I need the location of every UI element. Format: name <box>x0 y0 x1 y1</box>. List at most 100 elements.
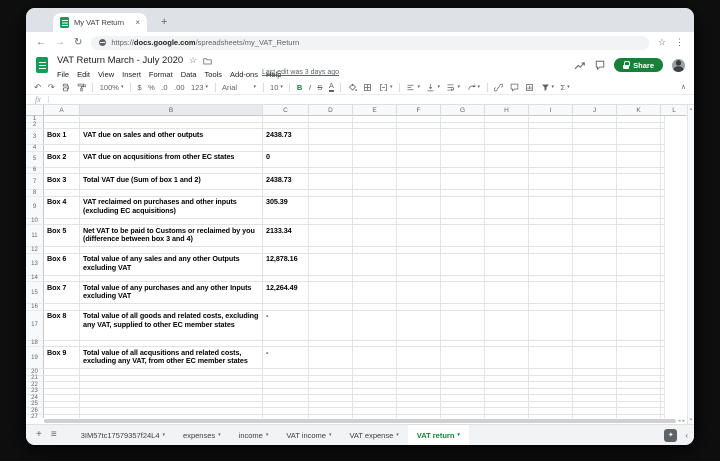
cell[interactable] <box>441 129 485 145</box>
cell-a[interactable]: Box 1 <box>44 129 80 145</box>
vertical-align-button[interactable]: ▾ <box>426 83 440 92</box>
cell-c[interactable]: 2438.73 <box>263 129 309 145</box>
sheet-tab[interactable]: income ▾ <box>230 425 278 445</box>
sheet-tab-menu-icon[interactable]: ▾ <box>396 433 399 438</box>
cell-c[interactable]: 2438.73 <box>263 174 309 190</box>
cell-c[interactable]: 0 <box>263 152 309 168</box>
cell[interactable] <box>441 282 485 304</box>
cell[interactable] <box>573 225 617 247</box>
row-header[interactable]: 9 <box>26 197 44 219</box>
cell-a[interactable]: Box 6 <box>44 254 80 276</box>
cell[interactable] <box>353 225 397 247</box>
row-header[interactable]: 13 <box>26 254 44 276</box>
cell-a[interactable]: Box 4 <box>44 197 80 219</box>
cell[interactable] <box>617 152 661 168</box>
cell[interactable] <box>485 129 529 145</box>
forward-icon[interactable]: → <box>55 38 65 48</box>
share-button[interactable]: Share <box>614 58 663 72</box>
filter-button[interactable]: ▾ <box>541 83 555 92</box>
cell[interactable] <box>485 282 529 304</box>
menu-item[interactable]: Data <box>181 70 197 79</box>
cell[interactable] <box>353 254 397 276</box>
bold-button[interactable]: B <box>297 83 302 92</box>
row-header[interactable]: 11 <box>26 225 44 247</box>
cell-a[interactable]: Box 5 <box>44 225 80 247</box>
cell[interactable] <box>397 197 441 219</box>
cell[interactable] <box>661 347 665 369</box>
cell[interactable] <box>441 197 485 219</box>
cell[interactable] <box>485 347 529 369</box>
cell[interactable] <box>441 254 485 276</box>
sheets-logo-icon[interactable] <box>36 57 48 73</box>
cell[interactable] <box>661 282 665 304</box>
cell[interactable] <box>353 347 397 369</box>
select-all-corner[interactable] <box>26 105 44 116</box>
menu-item[interactable]: Edit <box>77 70 90 79</box>
cell[interactable] <box>529 282 573 304</box>
column-header[interactable]: L <box>661 105 687 116</box>
cell-a[interactable]: Box 2 <box>44 152 80 168</box>
menu-item[interactable]: File <box>57 70 69 79</box>
cell[interactable] <box>617 197 661 219</box>
cell[interactable] <box>485 174 529 190</box>
cell-a[interactable]: Box 7 <box>44 282 80 304</box>
cell-c[interactable]: - <box>263 311 309 341</box>
row-header[interactable]: 5 <box>26 152 44 168</box>
print-icon[interactable] <box>61 83 70 92</box>
row-header[interactable]: 19 <box>26 347 44 369</box>
move-folder-icon[interactable] <box>203 57 212 65</box>
sheet-tab-menu-icon[interactable]: ▾ <box>457 433 460 438</box>
cell[interactable] <box>573 311 617 341</box>
bookmark-star-icon[interactable]: ☆ <box>658 38 666 47</box>
cell-b[interactable]: Net VAT to be paid to Customs or reclaim… <box>80 225 263 247</box>
scroll-up-icon[interactable]: ▴ <box>690 106 693 112</box>
horizontal-align-button[interactable]: ▾ <box>406 83 420 92</box>
cell[interactable] <box>617 174 661 190</box>
cell[interactable] <box>661 254 665 276</box>
insert-chart-icon[interactable] <box>525 83 534 92</box>
column-header[interactable]: E <box>353 105 397 116</box>
column-header[interactable]: C <box>263 105 309 116</box>
cell[interactable] <box>441 311 485 341</box>
cell[interactable] <box>573 152 617 168</box>
cell[interactable] <box>617 311 661 341</box>
cell[interactable] <box>529 254 573 276</box>
browser-menu-icon[interactable]: ⋮ <box>675 38 684 47</box>
cell[interactable] <box>617 347 661 369</box>
cell[interactable] <box>485 225 529 247</box>
comment-history-icon[interactable] <box>595 60 605 70</box>
text-wrap-button[interactable]: ▾ <box>446 83 460 92</box>
collapse-toolbar-icon[interactable]: ∧ <box>681 83 686 91</box>
cell[interactable] <box>661 129 665 145</box>
cell-c[interactable]: 2133.34 <box>263 225 309 247</box>
cell-b[interactable]: VAT reclaimed on purchases and other inp… <box>80 197 263 219</box>
scroll-tabs-left-icon[interactable]: ‹ <box>685 431 688 440</box>
cell[interactable] <box>661 311 665 341</box>
cell[interactable] <box>353 174 397 190</box>
cell[interactable] <box>397 225 441 247</box>
document-title[interactable]: VAT Return March - July 2020 <box>57 55 183 66</box>
column-header[interactable]: A <box>44 105 80 116</box>
cell-b[interactable]: VAT due on acqusitions from other EC sta… <box>80 152 263 168</box>
cell[interactable] <box>529 225 573 247</box>
merge-cells-button[interactable]: ▾ <box>379 83 393 92</box>
cell[interactable] <box>529 197 573 219</box>
scroll-down-icon[interactable]: ▾ <box>690 417 693 423</box>
row-header[interactable]: 17 <box>26 311 44 341</box>
cell[interactable] <box>441 152 485 168</box>
cell[interactable] <box>309 197 353 219</box>
cell[interactable] <box>309 174 353 190</box>
cell-c[interactable]: 12,264.49 <box>263 282 309 304</box>
cell[interactable] <box>441 174 485 190</box>
cell[interactable] <box>617 254 661 276</box>
tab-close-icon[interactable]: × <box>135 19 140 27</box>
menu-item[interactable]: View <box>98 70 114 79</box>
browser-tab[interactable]: My VAT Return × <box>53 13 147 32</box>
url-input[interactable]: https://docs.google.com/spreadsheets/my_… <box>91 36 649 50</box>
sheet-tab[interactable]: 3IM57tc17579357f24L4 ▾ <box>72 425 174 445</box>
paint-format-icon[interactable] <box>77 83 86 92</box>
cell[interactable] <box>573 347 617 369</box>
cell[interactable] <box>617 129 661 145</box>
cell[interactable] <box>353 197 397 219</box>
cell[interactable] <box>309 347 353 369</box>
